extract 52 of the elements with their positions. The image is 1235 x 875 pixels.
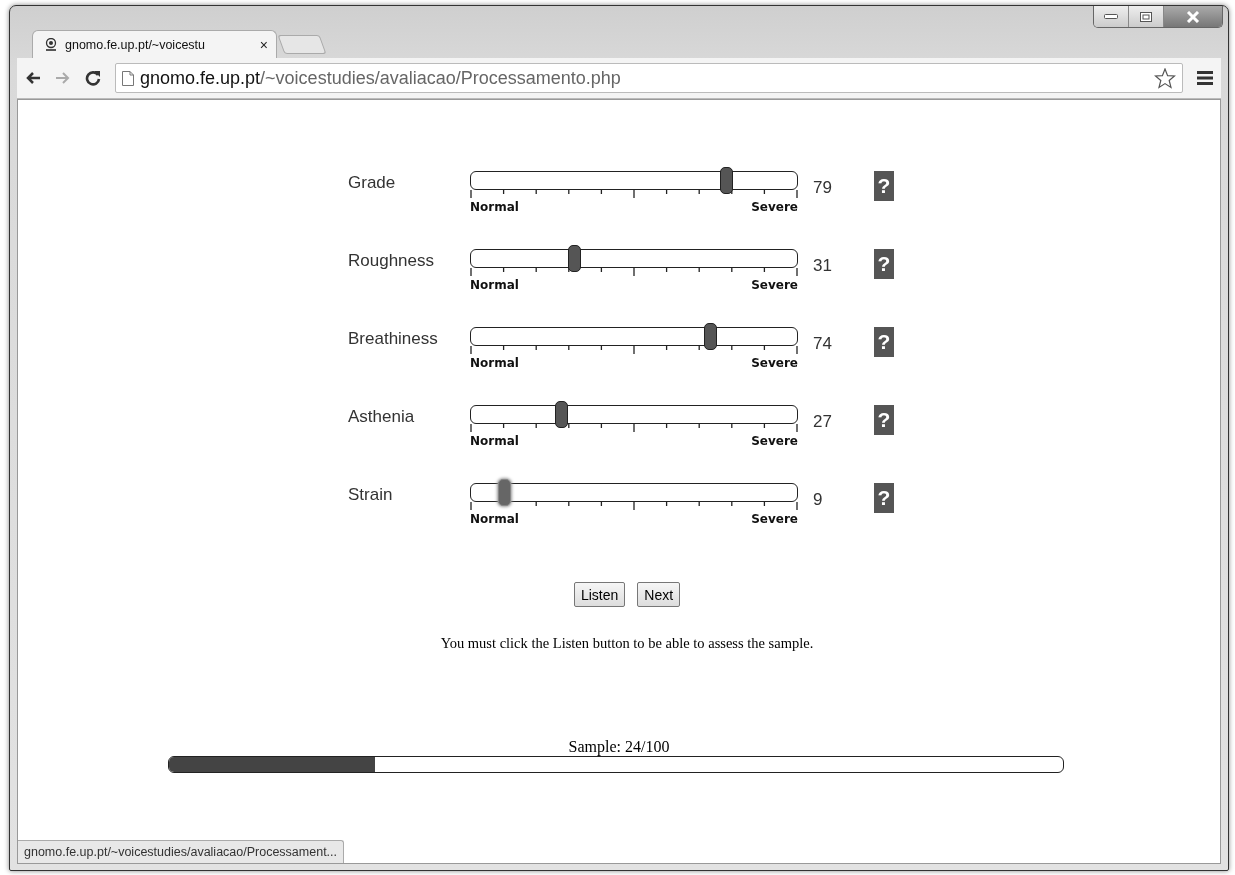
slider-thumb[interactable]	[567, 245, 581, 272]
rating-value: 31	[812, 255, 833, 276]
instruction-text: You must click the Listen button to be able to assess the sample.	[439, 635, 815, 652]
rating-value: 79	[812, 177, 833, 198]
slider-thumb[interactable]	[703, 323, 717, 350]
rating-value: 74	[812, 333, 833, 354]
rating-label: Asthenia	[348, 406, 416, 427]
scale-max-label: Severe	[751, 200, 798, 214]
close-window-button[interactable]	[1164, 6, 1222, 27]
browser-tab[interactable]: gnomo.fe.up.pt/~voicestu ×	[32, 30, 277, 58]
bookmark-star-icon[interactable]	[1154, 67, 1176, 89]
rating-value: 9	[812, 489, 824, 510]
scale-max-label: Severe	[751, 512, 798, 526]
sample-counter: Sample: 24/100	[568, 738, 670, 756]
help-button[interactable]: ?	[874, 327, 894, 357]
action-button[interactable]: Next	[637, 582, 681, 607]
maximize-icon	[1140, 11, 1152, 22]
scale-min-label: Normal	[470, 356, 519, 370]
maximize-button[interactable]	[1129, 6, 1164, 27]
minimize-icon	[1104, 14, 1118, 19]
scale-max-label: Severe	[751, 278, 798, 292]
help-button[interactable]: ?	[874, 483, 894, 513]
action-button[interactable]: Listen	[573, 582, 626, 607]
scale-min-label: Normal	[470, 200, 519, 214]
rating-value: 27	[812, 411, 833, 432]
tab-title: gnomo.fe.up.pt/~voicestu	[65, 37, 207, 52]
help-button[interactable]: ?	[874, 405, 894, 435]
scale-min-label: Normal	[470, 512, 519, 526]
site-favicon-icon	[45, 37, 57, 52]
scale-min-label: Normal	[470, 434, 519, 448]
minimize-button[interactable]	[1094, 6, 1129, 27]
scale-max-label: Severe	[751, 356, 798, 370]
url-text: gnomo.fe.up.pt/~voicestudies/avaliacao/Processamento.php	[140, 67, 622, 89]
scale-max-label: Severe	[751, 434, 798, 448]
rating-label: Grade	[348, 172, 397, 193]
close-icon	[1186, 10, 1200, 23]
slider-thumb[interactable]	[719, 167, 733, 194]
back-icon[interactable]	[25, 71, 41, 85]
scale-min-label: Normal	[470, 278, 519, 292]
reload-icon[interactable]	[85, 70, 101, 86]
rating-label: Breathiness	[348, 328, 439, 349]
tab-close-button[interactable]: ×	[259, 36, 268, 53]
help-button[interactable]: ?	[874, 171, 894, 201]
status-bar: gnomo.fe.up.pt/~voicestudies/avaliacao/Processament...	[18, 840, 345, 863]
page-icon	[122, 70, 134, 86]
slider-thumb[interactable]	[498, 479, 512, 506]
help-button[interactable]: ?	[874, 249, 894, 279]
slider-thumb[interactable]	[555, 401, 569, 428]
address-bar[interactable]: gnomo.fe.up.pt/~voicestudies/avaliacao/Processamento.php	[115, 63, 1183, 93]
rating-label: Strain	[348, 484, 394, 505]
rating-label: Roughness	[348, 250, 435, 271]
menu-icon[interactable]	[1197, 71, 1213, 85]
